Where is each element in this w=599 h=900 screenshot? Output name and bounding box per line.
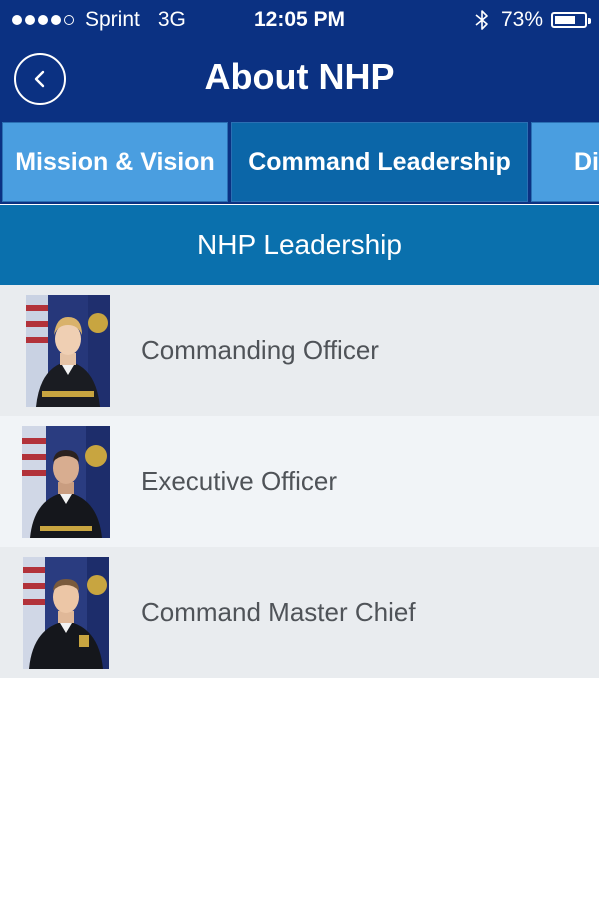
commanding-officer-photo [26,295,110,407]
battery-icon [551,12,591,28]
battery-tip [588,18,591,24]
battery-percent: 73% [500,8,543,31]
executive-officer-photo [22,426,110,538]
tab-mission-vision[interactable]: Mission & Vision [2,122,228,202]
list-item-command-master-chief[interactable]: Command Master Chief [0,547,599,678]
list-item-label: Commanding Officer [141,335,379,365]
status-bar: Sprint 3G 12:05 PM 73% [0,0,599,40]
list-item-label: Executive Officer [141,466,338,496]
battery-fill [555,16,575,24]
list-item-executive-officer[interactable]: Executive Officer [0,416,599,547]
tab-bar: Mission & Vision Command Leadership Di [0,120,599,204]
list-item-commanding-officer[interactable]: Commanding Officer [0,285,599,416]
list-item-label: Command Master Chief [141,597,416,627]
page-title: About NHP [204,56,395,97]
tab-command-leadership[interactable]: Command Leadership [231,122,528,202]
right-status: 73% [475,8,591,32]
command-master-chief-photo [23,557,109,669]
app-header: Sprint 3G 12:05 PM 73% About NHP [0,0,599,120]
bluetooth-icon [475,10,488,30]
section-header: NHP Leadership [0,205,599,285]
tab-partial[interactable]: Di [531,122,599,202]
leadership-list: Commanding Officer Executive Officer Com… [0,285,599,678]
